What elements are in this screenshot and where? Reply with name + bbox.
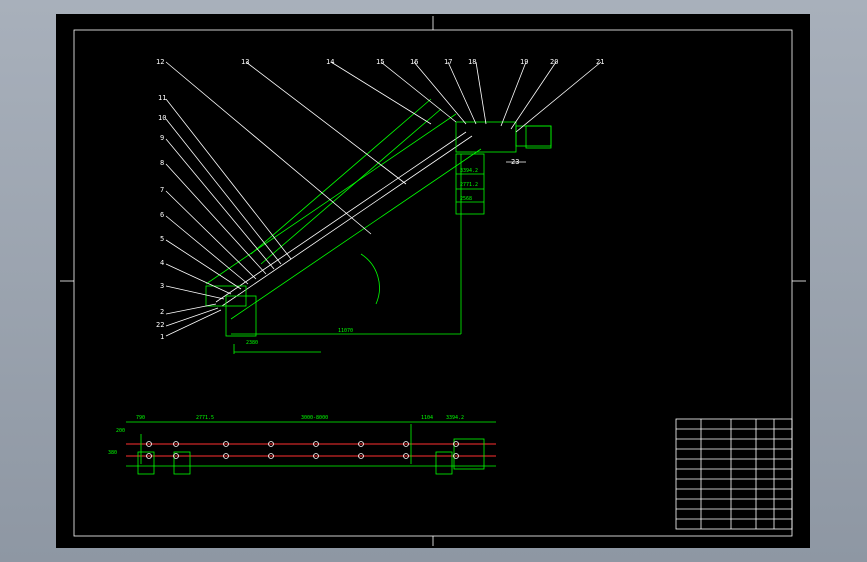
part-number-22: 22 — [156, 321, 164, 329]
drawing-sheet[interactable]: 11070 2380 12 13 14 15 16 17 18 19 20 21… — [56, 14, 810, 548]
part-number-14: 14 — [326, 58, 334, 66]
part-callouts: 12 13 14 15 16 17 18 19 20 21 11 10 9 8 … — [156, 58, 604, 341]
part-number-1: 1 — [160, 333, 164, 341]
dim-2771: 2771.2 — [460, 182, 478, 188]
part-number-12: 12 — [156, 58, 164, 66]
drawing-frame — [73, 29, 793, 537]
dim-790: 790 — [136, 415, 145, 421]
part-number-16: 16 — [410, 58, 418, 66]
part-number-18: 18 — [468, 58, 476, 66]
part-number-20: 20 — [550, 58, 558, 66]
dimension-stack: 3394.2 2771.2 2568 — [455, 125, 552, 215]
part-number-10: 10 — [158, 114, 166, 122]
part-number-21: 21 — [596, 58, 604, 66]
part-number-2: 2 — [160, 308, 164, 316]
part-number-15: 15 — [376, 58, 384, 66]
dim-3394: 3394.2 — [460, 168, 478, 174]
part-number-17: 17 — [444, 58, 452, 66]
part-number-7: 7 — [160, 186, 164, 194]
conveyor-main-view: 11070 2380 — [205, 98, 552, 354]
part-number-3: 3 — [160, 282, 164, 290]
dim-380: 380 — [108, 450, 117, 456]
part-number-8: 8 — [160, 159, 164, 167]
part-number-23: 23 — [511, 158, 519, 166]
dim-1104: 1104 — [421, 415, 433, 421]
conveyor-section-view: 3000-8000 2771.5 1104 3394.2 790 200 380 — [108, 415, 496, 475]
dim-200: 200 — [116, 428, 125, 434]
cad-drawing: 11070 2380 12 13 14 15 16 17 18 19 20 21… — [60, 16, 806, 546]
title-block — [675, 418, 793, 530]
dim-total-length: 11070 — [338, 328, 353, 334]
part-number-11: 11 — [158, 94, 166, 102]
dim-base: 2380 — [246, 340, 258, 346]
part-number-4: 4 — [160, 259, 164, 267]
part-number-19: 19 — [520, 58, 528, 66]
dim-2771-5: 2771.5 — [196, 415, 214, 421]
part-number-13: 13 — [241, 58, 249, 66]
part-number-9: 9 — [160, 134, 164, 142]
part-number-5: 5 — [160, 235, 164, 243]
dim-3394-2: 3394.2 — [446, 415, 464, 421]
part-number-6: 6 — [160, 211, 164, 219]
dim-span: 3000-8000 — [301, 415, 328, 421]
dim-2568: 2568 — [460, 196, 472, 202]
cad-viewport[interactable]: 11070 2380 12 13 14 15 16 17 18 19 20 21… — [0, 0, 867, 562]
